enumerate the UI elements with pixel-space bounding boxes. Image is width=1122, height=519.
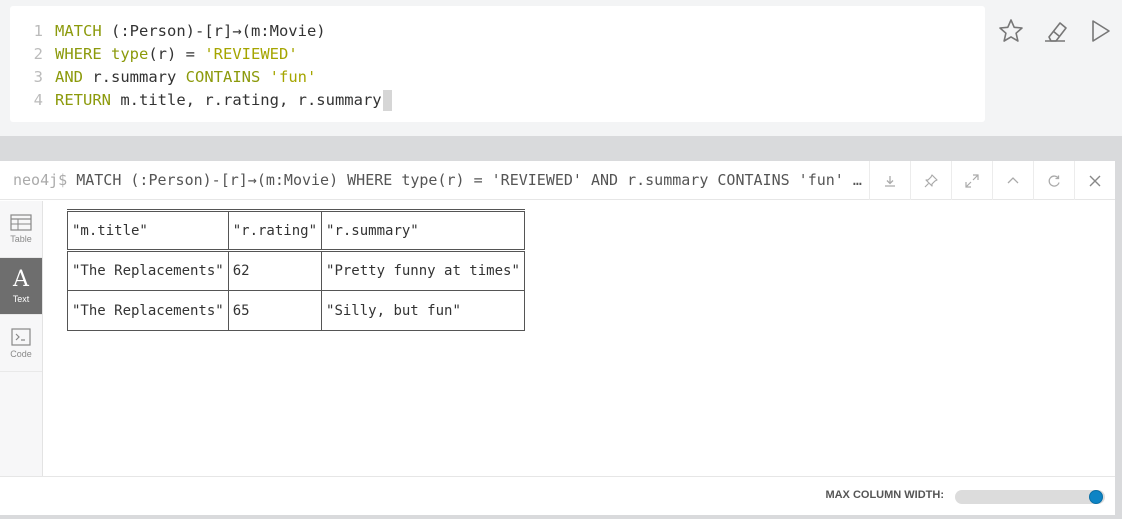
editor-actions (992, 14, 1122, 48)
code-token: 'fun' (269, 68, 317, 86)
sidebar-item-label: Code (10, 348, 32, 359)
line-number: 4 (33, 91, 43, 109)
favorite-button[interactable] (994, 14, 1028, 48)
collapse-button[interactable] (992, 161, 1033, 200)
table-cell: 65 (227, 290, 323, 331)
run-query-button[interactable] (1083, 14, 1117, 48)
frame-header: neo4j$ MATCH (:Person)-[r]→(m:Movie) WHE… (0, 161, 1115, 200)
query-editor[interactable]: 1 MATCH (:Person)-[r]→(m:Movie) 2 WHERE typ… (10, 6, 985, 122)
line-number: 3 (33, 68, 43, 86)
text-cursor (382, 90, 392, 111)
code-token: RETURN (55, 91, 111, 109)
text-result-view: "m.title" "r.rating" "r.summary" "The Re… (44, 201, 1115, 476)
max-column-width-label: MAX COLUMN WIDTH: (825, 489, 944, 501)
column-header: "r.summary" (321, 209, 525, 252)
close-icon (1089, 175, 1101, 186)
collapse-icon (1007, 176, 1019, 183)
eraser-icon (1045, 22, 1067, 42)
code-token: (r) = (148, 45, 205, 63)
code-line[interactable]: 1 MATCH (:Person)-[r]→(m:Movie) (10, 20, 985, 43)
table-cell: "The Replacements" (67, 290, 229, 331)
sidebar-item-code[interactable]: Code (0, 315, 42, 372)
code-token: type (111, 45, 149, 63)
star-icon (999, 19, 1023, 42)
prompt-label: neo4j$ (13, 171, 68, 189)
frame-tools (869, 161, 1115, 200)
code-token: (:Person)-[r]→(m:Movie) (101, 22, 326, 40)
table-cell: "Pretty funny at times" (321, 250, 525, 291)
sidebar-item-table[interactable]: Table (0, 201, 42, 258)
line-number: 1 (33, 22, 43, 40)
close-frame-button[interactable] (1074, 161, 1115, 200)
code-token: CONTAINS (185, 68, 261, 86)
frame-query-title[interactable]: neo4j$ MATCH (:Person)-[r]→(m:Movie) WHE… (13, 161, 868, 200)
code-token: r.summary (83, 68, 186, 86)
download-button[interactable] (869, 161, 910, 200)
result-frame: neo4j$ MATCH (:Person)-[r]→(m:Movie) WHE… (0, 161, 1115, 515)
frame-footer: MAX COLUMN WIDTH: (0, 476, 1115, 515)
download-icon (885, 175, 895, 187)
code-token: AND (55, 68, 83, 86)
line-number: 2 (33, 45, 43, 63)
code-token: WHERE (55, 45, 102, 63)
sidebar-item-label: Table (10, 234, 32, 244)
code-token: MATCH (55, 22, 102, 40)
column-header: "r.rating" (227, 209, 323, 252)
max-column-width-slider[interactable] (955, 490, 1105, 504)
frame-query-text: MATCH (:Person)-[r]→(m:Movie) WHERE type… (76, 171, 868, 189)
table-header-row: "m.title" "r.rating" "r.summary" (67, 209, 525, 252)
column-header: "m.title" (67, 209, 229, 252)
sidebar-item-text[interactable]: A Text (0, 258, 42, 315)
editor-bar: 1 MATCH (:Person)-[r]→(m:Movie) 2 WHERE typ… (0, 0, 1122, 136)
rerun-icon (1048, 174, 1060, 187)
code-icon (11, 327, 31, 346)
code-line[interactable]: 3 AND r.summary CONTAINS 'fun' (10, 66, 985, 89)
sidebar-item-label: Text (12, 293, 30, 304)
table-cell: "The Replacements" (67, 250, 229, 291)
expand-icon (965, 173, 979, 188)
pin-icon (924, 173, 938, 187)
result-text-table: "m.title" "r.rating" "r.summary" "The Re… (67, 209, 525, 331)
slider-thumb[interactable] (1089, 490, 1103, 504)
code-line[interactable]: 2 WHERE type(r) = 'REVIEWED' (10, 43, 985, 66)
play-icon (1092, 20, 1110, 42)
code-line[interactable]: 4 RETURN m.title, r.rating, r.summary (10, 89, 985, 112)
table-row: "The Replacements" 62 "Pretty funny at t… (67, 250, 525, 291)
fullscreen-button[interactable] (951, 161, 992, 200)
rerun-button[interactable] (1033, 161, 1074, 200)
code-token: m.title, r.rating, r.summary (111, 91, 382, 109)
view-sidebar: Table A Text Code (0, 201, 43, 476)
table-cell: "Silly, but fun" (321, 290, 525, 331)
text-icon: A (13, 266, 29, 292)
clear-editor-button[interactable] (1038, 14, 1072, 48)
table-icon (10, 214, 32, 231)
table-cell: 62 (227, 250, 323, 291)
pin-button[interactable] (910, 161, 951, 200)
table-row: "The Replacements" 65 "Silly, but fun" (67, 290, 525, 331)
code-token: 'REVIEWED' (204, 45, 298, 63)
